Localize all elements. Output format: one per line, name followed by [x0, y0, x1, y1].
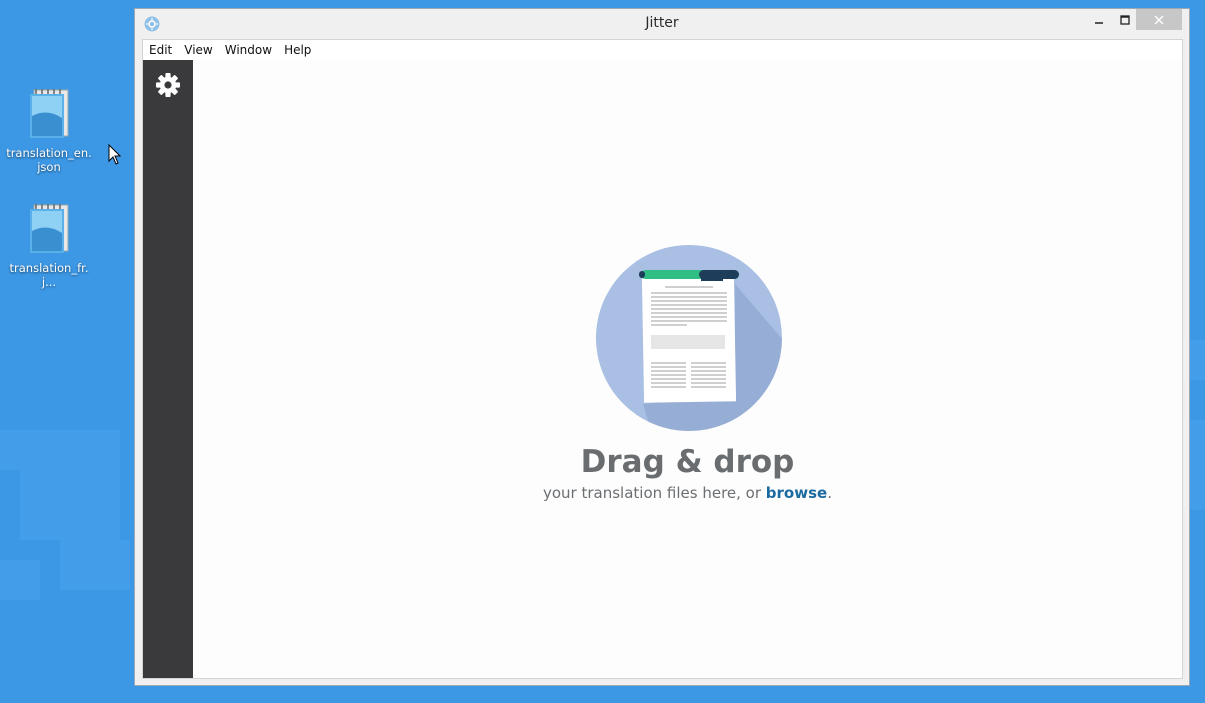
- dropzone-subtitle-text: your translation files here, or: [543, 484, 766, 502]
- maximize-icon: [1120, 14, 1130, 25]
- app-window: Jitter Edit View Window Help Drag & drop…: [134, 8, 1190, 686]
- notepad-file-icon: [30, 204, 69, 253]
- minimize-icon: [1095, 21, 1103, 24]
- dropzone[interactable]: Drag & drop your translation files here,…: [193, 60, 1182, 678]
- title-bar[interactable]: Jitter: [135, 9, 1189, 39]
- menu-help[interactable]: Help: [278, 40, 317, 60]
- desktop-file-translation-en[interactable]: translation_en.json: [3, 86, 95, 174]
- desktop-file-label: translation_en.json: [6, 146, 92, 174]
- document-illustration-icon: [596, 245, 782, 431]
- desktop-file-translation-fr[interactable]: translation_fr.j...: [3, 201, 95, 289]
- gear-icon[interactable]: [155, 72, 181, 98]
- notepad-file-icon: [30, 89, 69, 138]
- sidebar: [143, 60, 193, 678]
- menu-edit[interactable]: Edit: [143, 40, 178, 60]
- browse-link[interactable]: browse: [766, 484, 827, 502]
- window-title: Jitter: [645, 15, 679, 31]
- menu-window[interactable]: Window: [219, 40, 278, 60]
- close-button[interactable]: [1136, 9, 1182, 30]
- mouse-cursor-icon: [108, 144, 122, 165]
- dropzone-subtitle: your translation files here, or browse.: [193, 484, 1182, 502]
- menu-view[interactable]: View: [178, 40, 218, 60]
- close-icon: [1154, 15, 1164, 24]
- minimize-button[interactable]: [1086, 9, 1112, 30]
- dropzone-subtitle-period: .: [827, 484, 832, 502]
- dropzone-title: Drag & drop: [580, 444, 795, 480]
- maximize-button[interactable]: [1112, 9, 1138, 30]
- menu-bar: Edit View Window Help: [143, 40, 1182, 60]
- desktop-file-label: translation_fr.j...: [9, 261, 89, 289]
- window-client-area: Edit View Window Help Drag & drop your t…: [142, 39, 1183, 679]
